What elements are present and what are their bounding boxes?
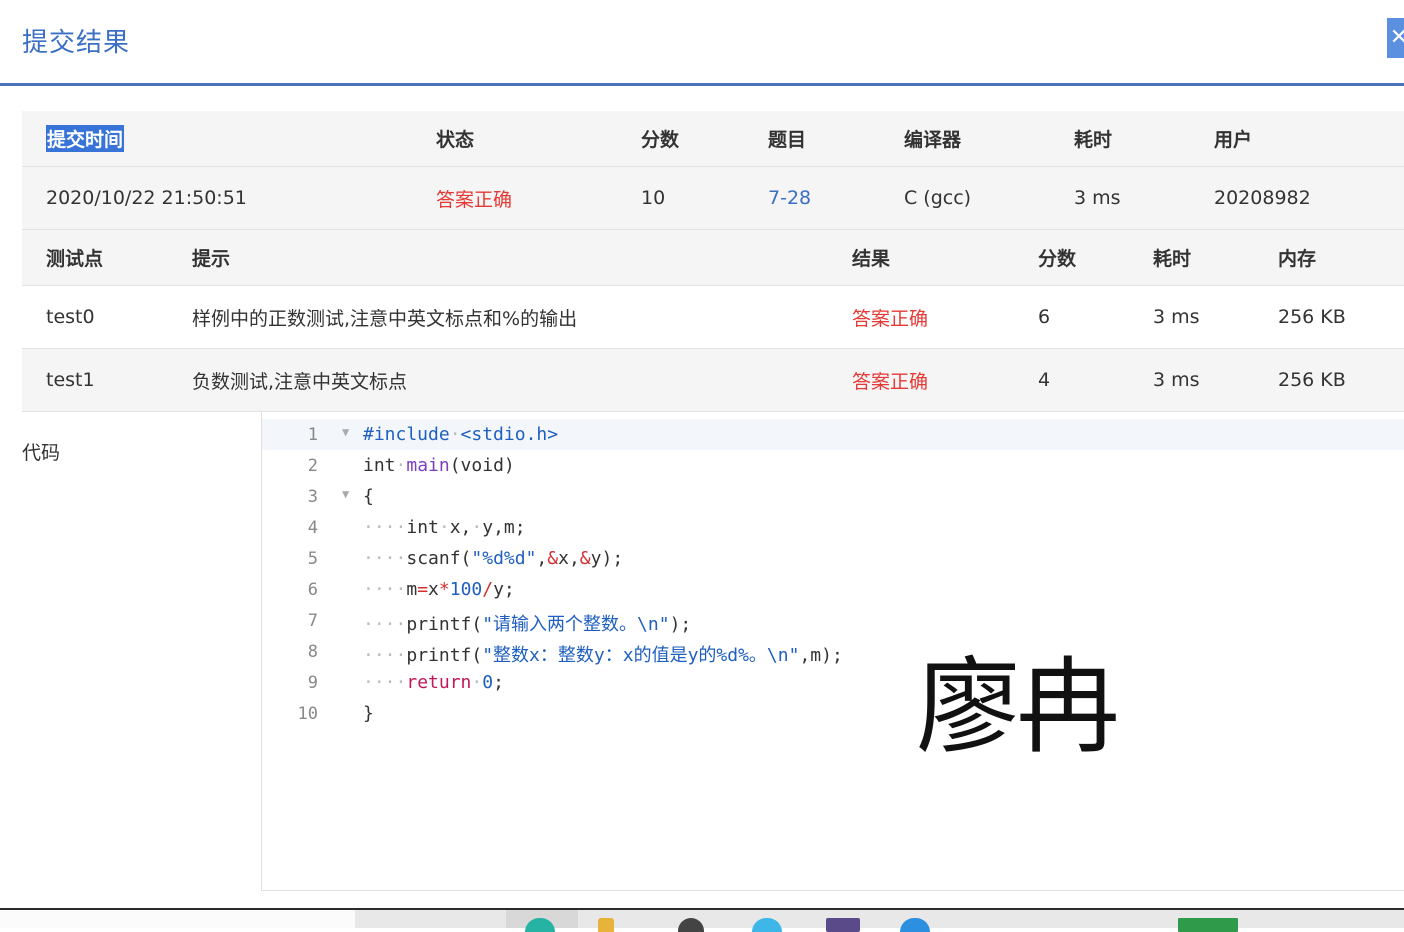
tests-header-row: 测试点 提示 结果 分数 耗时 内存 (22, 230, 1404, 286)
column-header-submit-time: 提交时间 (46, 125, 125, 152)
column-header-test-duration: 耗时 (1153, 248, 1192, 270)
test-score: 4 (1038, 369, 1051, 391)
fold-arrow-icon[interactable]: ▼ (342, 425, 349, 439)
submission-result-dialog: 提交结果 ✕ 提交时间 状态 分数 题目 编译器 耗时 用户 2020/10/2… (0, 0, 1404, 908)
table-row: test1 负数测试,注意中英文标点 答案正确 4 3 ms 256 KB (22, 349, 1404, 412)
code-line: 5 ····scanf("%d%d",&x,&y); (307, 548, 624, 569)
code-line: 9 ····return·0; (307, 672, 504, 693)
test-hint: 样例中的正数测试,注意中英文标点和%的输出 (192, 307, 578, 330)
column-header-result: 结果 (852, 248, 891, 270)
submission-row: 2020/10/22 21:50:51 答案正确 10 7-28 C (gcc)… (22, 167, 1404, 230)
column-header-user: 用户 (1214, 129, 1253, 151)
column-header-problem: 题目 (768, 129, 807, 151)
app-icon[interactable] (826, 918, 860, 932)
submission-header-row: 提交时间 状态 分数 题目 编译器 耗时 用户 (22, 111, 1404, 167)
app-icon[interactable] (678, 918, 704, 932)
code-line: 1 ▼ #include·<stdio.h> (262, 419, 1404, 450)
dialog-title: 提交结果 (22, 28, 131, 58)
code-line: 8 ····printf("整数x：整数y：x的值是y的%d%。\n",m); (307, 642, 843, 666)
submission-duration: 3 ms (1074, 187, 1121, 209)
user-id: 20208982 (1214, 187, 1311, 209)
test-result: 答案正确 (852, 370, 929, 393)
column-header-test-score: 分数 (1038, 248, 1077, 270)
app-icon[interactable] (1178, 918, 1238, 932)
test-result: 答案正确 (852, 307, 929, 330)
folder-icon[interactable] (598, 918, 614, 932)
test-duration: 3 ms (1153, 306, 1200, 328)
column-header-score: 分数 (641, 129, 680, 151)
app-icon[interactable] (752, 918, 782, 932)
table-row: test0 样例中的正数测试,注意中英文标点和%的输出 答案正确 6 3 ms … (22, 286, 1404, 349)
submission-status: 答案正确 (436, 188, 513, 211)
code-line: 7 ····printf("请输入两个整数。\n"); (307, 611, 692, 635)
taskbar-search-area[interactable] (0, 910, 355, 928)
code-label: 代码 (22, 442, 61, 464)
handwritten-name-overlay: 廖冉 (916, 646, 1120, 768)
test-id: test1 (46, 369, 95, 391)
submit-time: 2020/10/22 21:50:51 (46, 187, 247, 209)
compiler: C (gcc) (904, 187, 972, 209)
column-header-duration: 耗时 (1074, 129, 1113, 151)
dialog-header: 提交结果 ✕ (0, 0, 1404, 86)
test-hint: 负数测试,注意中英文标点 (192, 370, 408, 393)
code-line: 4 ····int·x,·y,m; (307, 517, 526, 538)
problem-link[interactable]: 7-28 (768, 167, 811, 229)
code-line: 2 int·main(void) (307, 455, 515, 476)
test-memory: 256 KB (1278, 369, 1346, 391)
code-line: 6 ····m=x*100/y; (307, 579, 515, 600)
column-header-hint: 提示 (192, 248, 231, 270)
app-icon[interactable] (900, 918, 930, 932)
test-duration: 3 ms (1153, 369, 1200, 391)
column-header-memory: 内存 (1278, 248, 1317, 270)
code-line: 3 ▼ { (307, 486, 374, 507)
code-editor[interactable]: 1 ▼ #include·<stdio.h> 2 int·main(void) … (261, 412, 1404, 891)
test-id: test0 (46, 306, 95, 328)
test-score: 6 (1038, 306, 1051, 328)
column-header-status: 状态 (436, 129, 475, 151)
taskbar (0, 908, 1404, 932)
column-header-test-point: 测试点 (46, 248, 104, 270)
column-header-compiler: 编译器 (904, 129, 962, 151)
code-line: 10 } (297, 703, 374, 724)
fold-arrow-icon[interactable]: ▼ (342, 487, 349, 501)
test-memory: 256 KB (1278, 306, 1346, 328)
close-button[interactable]: ✕ (1387, 18, 1404, 58)
submission-score: 10 (641, 187, 666, 209)
